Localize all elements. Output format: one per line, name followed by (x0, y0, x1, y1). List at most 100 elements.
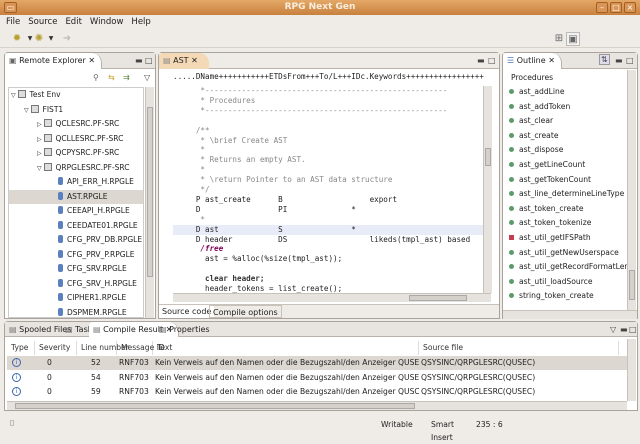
minimize-view-icon[interactable]: ▬ (477, 56, 485, 65)
table-horizontal-scrollbar[interactable] (7, 401, 627, 410)
table-row[interactable]: i 0 54 RNF7031 Kein Verweis auf den Namen od… (7, 371, 627, 385)
sort-icon[interactable]: ⇅ (599, 54, 610, 65)
outline-vertical-scrollbar[interactable] (627, 70, 636, 310)
tree-item[interactable]: CFG_PRV_P.RPGLE (9, 248, 143, 262)
tab-source-code[interactable]: Source code (159, 305, 215, 318)
close-button[interactable]: × (624, 2, 636, 13)
maximize-view-icon[interactable]: □ (629, 325, 637, 334)
navigate-icon[interactable]: ➜ (60, 32, 74, 46)
procedure-icon (509, 176, 514, 182)
tree-item[interactable]: ▷ QCLESRC.PF-SRC (9, 117, 143, 131)
code-text: D PI * (173, 204, 356, 214)
close-tab-icon[interactable]: ✕ (191, 56, 198, 65)
minimize-button[interactable]: – (596, 2, 608, 13)
outline-item[interactable]: ast_token_tokenize (509, 217, 591, 229)
menu-edit[interactable]: Edit (65, 15, 81, 29)
tree-item[interactable]: ▽ FIST1 (9, 103, 143, 117)
tree-vertical-scrollbar[interactable] (145, 87, 154, 318)
fast-view-icon[interactable]: ▯ (10, 418, 14, 427)
code-text: /** (173, 125, 210, 135)
tree-item[interactable]: ▷ QCPYSRC.PF-SRC (9, 146, 143, 160)
tree-item-label: QCLESRC.PF-SRC (55, 119, 120, 128)
outline-item[interactable]: ast_addLine (509, 86, 565, 98)
editor-horizontal-scrollbar[interactable] (173, 293, 491, 302)
tree-item[interactable]: API_ERR_H.RPGLE (9, 175, 143, 189)
menu-window[interactable]: Window (90, 15, 124, 29)
tree-item[interactable]: ▽ QRPGLESRC.PF-SRC (9, 161, 143, 175)
column-header[interactable]: Text (153, 341, 419, 355)
table-vertical-scrollbar[interactable] (627, 339, 636, 401)
outline-item[interactable]: ast_util_loadSource (509, 276, 593, 288)
window-menu-icon[interactable]: ▭ (4, 2, 17, 13)
column-header[interactable]: Message ID (117, 341, 165, 355)
outline-horizontal-scrollbar[interactable] (503, 310, 637, 319)
outline-item[interactable]: ast_getLineCount (509, 159, 585, 171)
maximize-view-icon[interactable]: □ (488, 56, 496, 65)
tree-item[interactable]: ▽ Test Env (9, 88, 143, 102)
tree-item-label: CFG_SRV_H.RPGLE (67, 278, 137, 288)
column-header[interactable]: Line number (77, 341, 129, 355)
outline-item[interactable]: ast_token_create (509, 203, 584, 215)
outline-item[interactable]: ast_addToken (509, 101, 570, 113)
maximize-view-icon[interactable]: □ (626, 56, 634, 65)
menu-file[interactable]: File (6, 15, 20, 29)
code-line: * (173, 165, 483, 175)
column-header[interactable]: Severity (35, 341, 77, 355)
collapse-all-icon[interactable]: ⇉ (123, 73, 130, 82)
outline-item[interactable]: ast_util_getRecordFormatLength (509, 261, 627, 273)
outline-item[interactable]: ast_util_getIFSPath (509, 232, 591, 244)
outline-item[interactable]: ast_clear (509, 115, 553, 127)
private-procedure-icon (509, 235, 514, 240)
close-tab-icon[interactable]: ✕ (88, 56, 95, 65)
tree-item[interactable]: CIPHER1.RPGLE (9, 291, 143, 305)
outline-item[interactable]: ast_create (509, 130, 559, 142)
code-editor[interactable]: *---------------------------------------… (173, 86, 483, 294)
close-tab-icon[interactable]: ✕ (548, 56, 555, 65)
outline-item[interactable]: ast_dispose (509, 144, 563, 156)
view-menu-icon[interactable]: ▽ (144, 73, 150, 82)
maximize-view-icon[interactable]: □ (145, 56, 153, 65)
filter-icon[interactable]: ⚲ (93, 73, 99, 82)
tab-ast-editor[interactable]: ▤ AST ✕ (159, 53, 209, 69)
outline-item[interactable]: string_token_create (509, 290, 594, 302)
code-text: * \brief Create AST (173, 135, 288, 145)
tab-compile-options[interactable]: Compile options (209, 305, 282, 318)
column-header[interactable]: Source file (419, 341, 619, 355)
tree-item[interactable]: DSPMEM.RPGLE (9, 306, 143, 318)
column-header[interactable]: Type (7, 341, 35, 355)
new-connection-icon[interactable]: ✹ (10, 32, 24, 46)
tree-item[interactable]: CFG_SRV_H.RPGLE (9, 277, 143, 291)
open-perspective-icon[interactable]: ⊞ (552, 32, 566, 46)
source-member-icon (58, 293, 63, 301)
minimize-view-icon[interactable]: ▬ (135, 56, 143, 65)
tree-item-label: CEEAPI_H.RPGLE (67, 206, 130, 215)
menu-help[interactable]: Help (131, 15, 150, 29)
outline-item[interactable]: ast_line_determineLineType (509, 188, 624, 200)
tab-properties[interactable]: ▤ Properties (155, 322, 216, 337)
perspective-rpg-icon[interactable]: ▣ (566, 32, 580, 46)
dropdown-arrow-icon[interactable]: ▼ (44, 32, 58, 46)
table-row[interactable]: i 0 59 RNF7031 Kein Verweis auf den Namen od… (7, 385, 627, 399)
tree-item[interactable]: AST.RPGLE (9, 189, 143, 204)
link-icon[interactable]: ⇆ (108, 73, 115, 82)
menu-source[interactable]: Source (28, 15, 57, 29)
outline-item[interactable]: ast_util_getNewUserspace (509, 247, 619, 259)
outline-item[interactable]: ast_getTokenCount (509, 174, 591, 186)
tree-item[interactable]: ▷ QCLLESRC.PF-SRC (9, 132, 143, 146)
tab-outline[interactable]: ☰ Outline ✕ (503, 53, 562, 69)
minimize-view-icon[interactable]: ▬ (615, 56, 623, 65)
tree-item[interactable]: CEEDATE01.RPGLE (9, 219, 143, 233)
tree-item[interactable]: CFG_PRV_DB.RPGLE (9, 233, 143, 247)
procedure-icon (509, 249, 514, 255)
tree-item[interactable]: CEEAPI_H.RPGLE (9, 204, 143, 218)
tab-remote-explorer[interactable]: ▣ Remote Explorer ✕ (5, 53, 103, 69)
table-row[interactable]: i 0 52 RNF7031 Kein Verweis auf den Namen od… (7, 356, 627, 370)
code-text: * (173, 165, 206, 175)
tree-item[interactable]: CFG_SRV.RPGLE (9, 262, 143, 276)
minimize-view-icon[interactable]: ▬ (620, 325, 628, 334)
tasks-icon: ▤ (65, 325, 76, 334)
view-menu-icon[interactable]: ▽ (610, 325, 616, 334)
maximize-button[interactable]: □ (610, 2, 622, 13)
status-insert: Smart Insert (431, 420, 454, 442)
editor-vertical-scrollbar[interactable] (483, 86, 492, 293)
